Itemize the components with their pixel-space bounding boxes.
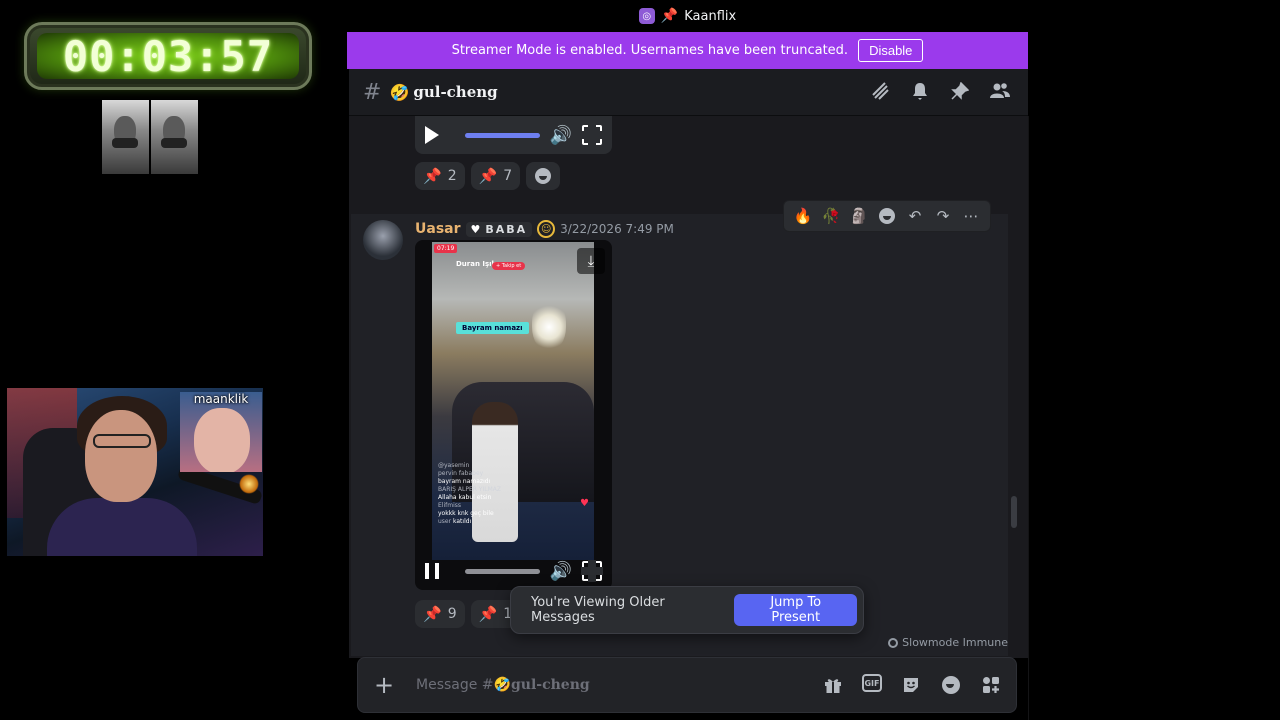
channel-emoji: 🤣 bbox=[389, 82, 410, 102]
pause-icon[interactable] bbox=[425, 563, 439, 579]
emoji-icon[interactable] bbox=[940, 674, 962, 696]
gif-icon[interactable]: GIF bbox=[862, 674, 882, 692]
message-composer[interactable]: + Message #🤣gul-cheng GIF bbox=[357, 657, 1017, 713]
message-list[interactable]: 🔊 📌 2 📌 7 🔥 🥀 🗿 ↶ ↷ ⋯ Uasar ♥ BABA ☺ 3/22… bbox=[349, 116, 1028, 658]
threads-icon[interactable] bbox=[870, 81, 890, 101]
tiktok-caption: Bayram namazı bbox=[456, 322, 529, 334]
quick-react-moai[interactable]: 🗿 bbox=[848, 205, 870, 227]
smiley-icon bbox=[535, 168, 552, 184]
message-hover-toolbar: 🔥 🥀 🗿 ↶ ↷ ⋯ bbox=[783, 200, 991, 232]
progress-bar[interactable] bbox=[465, 132, 540, 138]
avatar[interactable] bbox=[363, 220, 403, 260]
live-time-badge: 07:19 bbox=[434, 244, 458, 253]
timestamp: 3/22/2026 7:49 PM bbox=[560, 222, 674, 236]
disable-streamer-mode-button[interactable]: Disable bbox=[858, 39, 924, 62]
tiktok-streamer-name: Duran Işık bbox=[456, 260, 497, 268]
video-attachment[interactable]: 07:19 Duran Işık + Takip et Bayram namaz… bbox=[415, 240, 612, 590]
stopwatch-icon bbox=[888, 637, 899, 648]
volume-icon[interactable]: 🔊 bbox=[550, 561, 572, 582]
forward-icon[interactable]: ↷ bbox=[932, 205, 954, 227]
pip-label: maanklik bbox=[193, 392, 249, 406]
fullscreen-icon[interactable] bbox=[581, 124, 603, 146]
timer-text: 00:03:57 bbox=[62, 31, 274, 81]
fullscreen-icon[interactable] bbox=[581, 560, 603, 582]
portrait-right bbox=[151, 100, 198, 174]
play-icon[interactable] bbox=[425, 126, 439, 144]
blue-pin-icon: 📌 bbox=[423, 605, 442, 623]
add-reaction-button[interactable] bbox=[526, 162, 561, 190]
reaction-pink-pin[interactable]: 📌 7 bbox=[470, 162, 521, 190]
portrait-left bbox=[102, 100, 149, 174]
channel-hash-icon: # bbox=[363, 79, 382, 105]
bell-icon[interactable] bbox=[910, 81, 930, 101]
reaction-blue-pin[interactable]: 📌 2 bbox=[415, 162, 465, 190]
app-icon: ◎ bbox=[638, 8, 655, 24]
gift-icon[interactable] bbox=[822, 674, 844, 696]
heart-icon: ♥ bbox=[580, 498, 589, 509]
tiktok-follow-label: + Takip et bbox=[492, 262, 526, 270]
heart-icon: ♥ bbox=[470, 222, 483, 236]
quick-react-rose[interactable]: 🥀 bbox=[820, 205, 842, 227]
blue-pin-icon: 📌 bbox=[423, 167, 442, 185]
pin-icon[interactable] bbox=[950, 81, 970, 101]
previous-reactions: 📌 2 📌 7 bbox=[415, 162, 561, 190]
sticker-icon[interactable] bbox=[900, 674, 922, 696]
pink-pin-icon: 📌 bbox=[478, 167, 498, 185]
add-attachment-icon[interactable]: + bbox=[372, 671, 396, 699]
add-reaction-icon[interactable] bbox=[876, 205, 898, 227]
streamer-mode-text: Streamer Mode is enabled. Usernames have… bbox=[451, 43, 849, 58]
channel-name: gul-cheng bbox=[413, 83, 498, 101]
members-icon[interactable] bbox=[990, 81, 1010, 101]
reaction-count: 2 bbox=[447, 168, 457, 184]
stream-timer: 00:03:57 bbox=[24, 22, 312, 90]
video-controls: 🔊 bbox=[415, 552, 612, 590]
slowmode-indicator: Slowmode Immune bbox=[888, 636, 1008, 649]
message-header: Uasar ♥ BABA ☺ 3/22/2026 7:49 PM bbox=[415, 220, 674, 238]
apps-icon[interactable] bbox=[980, 674, 1002, 696]
older-messages-bar: You're Viewing Older Messages Jump To Pr… bbox=[510, 586, 864, 634]
scrollbar[interactable] bbox=[1011, 496, 1017, 528]
pink-pin-icon: 📌 bbox=[478, 605, 498, 623]
reaction-blue-pin[interactable]: 📌 9 bbox=[415, 600, 465, 628]
window-title: Kaanflix bbox=[684, 8, 737, 24]
window-titlebar: ◎ 📌 Kaanflix bbox=[347, 0, 1028, 32]
portrait-images bbox=[102, 100, 198, 174]
username[interactable]: Uasar bbox=[415, 221, 461, 237]
reply-icon[interactable]: ↶ bbox=[904, 205, 926, 227]
more-options-icon[interactable]: ⋯ bbox=[960, 205, 982, 227]
message-reactions: 📌 9 📌 1 bbox=[415, 600, 521, 628]
previous-video-controls: 🔊 bbox=[415, 116, 612, 154]
volume-icon[interactable]: 🔊 bbox=[550, 125, 572, 146]
older-messages-text: You're Viewing Older Messages bbox=[531, 595, 665, 625]
progress-bar[interactable] bbox=[464, 568, 540, 574]
reaction-count: 9 bbox=[447, 606, 457, 622]
channel-header: # 🤣 gul-cheng bbox=[349, 69, 1028, 116]
tiktok-video-frame: 07:19 Duran Işık + Takip et Bayram namaz… bbox=[432, 242, 594, 560]
server-badge-icon: ☺ bbox=[537, 220, 556, 238]
clan-tag[interactable]: ♥ BABA bbox=[465, 221, 533, 237]
message-input[interactable]: Message #🤣gul-cheng bbox=[416, 677, 822, 693]
reaction-count: 7 bbox=[503, 168, 513, 184]
download-icon[interactable]: ⤓ bbox=[577, 248, 605, 274]
pin-emoji-icon: 📌 bbox=[660, 8, 679, 24]
tiktok-chat: @yasemin pervin fababey bayram namazıdı … bbox=[438, 462, 501, 525]
slowmode-text: Slowmode Immune bbox=[902, 636, 1008, 649]
streamer-mode-banner: Streamer Mode is enabled. Usernames have… bbox=[347, 32, 1028, 69]
quick-react-fire[interactable]: 🔥 bbox=[792, 205, 814, 227]
jump-to-present-button[interactable]: Jump To Present bbox=[734, 594, 857, 626]
